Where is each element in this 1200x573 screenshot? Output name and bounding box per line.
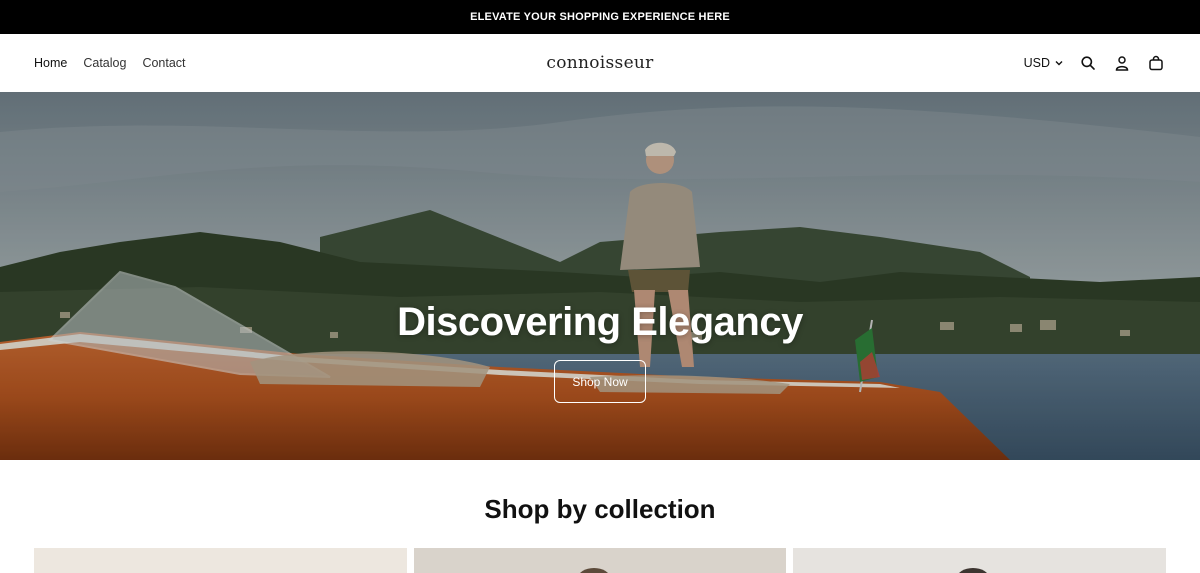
chevron-down-icon	[1055, 61, 1063, 66]
header-tools: USD	[1024, 34, 1166, 92]
collection-card-image	[579, 568, 608, 573]
hero-overlay	[0, 92, 1200, 460]
collection-heading: Shop by collection	[484, 494, 716, 524]
search-button[interactable]	[1078, 53, 1098, 73]
shop-now-button[interactable]: Shop Now	[554, 360, 646, 403]
collection-card[interactable]	[793, 548, 1167, 573]
collection-cards	[34, 548, 1167, 573]
nav-link-contact[interactable]: Contact	[142, 56, 185, 70]
currency-label: USD	[1023, 56, 1050, 70]
hero-banner: Discovering Elegancy Shop Now	[0, 92, 1200, 460]
announcement-bar: ELEVATE YOUR SHOPPING EXPERIENCE HERE	[0, 0, 1200, 34]
nav-link-catalog[interactable]: Catalog	[83, 56, 126, 70]
site-header: Home Catalog Contact connoisseur USD	[0, 34, 1200, 92]
collection-card-image	[959, 568, 988, 573]
cart-button[interactable]	[1146, 53, 1166, 73]
nav-link-home[interactable]: Home	[34, 56, 67, 70]
main-nav: Home Catalog Contact	[34, 34, 186, 92]
hero-title: Discovering Elegancy	[397, 300, 803, 344]
cart-icon	[1149, 55, 1163, 71]
currency-selector[interactable]: USD	[1024, 56, 1064, 70]
search-icon	[1081, 56, 1095, 70]
account-button[interactable]	[1112, 53, 1132, 73]
collection-card[interactable]	[34, 548, 407, 573]
collection-card[interactable]	[413, 548, 787, 573]
site-logo[interactable]: connoisseur	[546, 53, 653, 73]
announcement-text: ELEVATE YOUR SHOPPING EXPERIENCE HERE	[470, 11, 730, 23]
account-icon	[1115, 56, 1129, 71]
